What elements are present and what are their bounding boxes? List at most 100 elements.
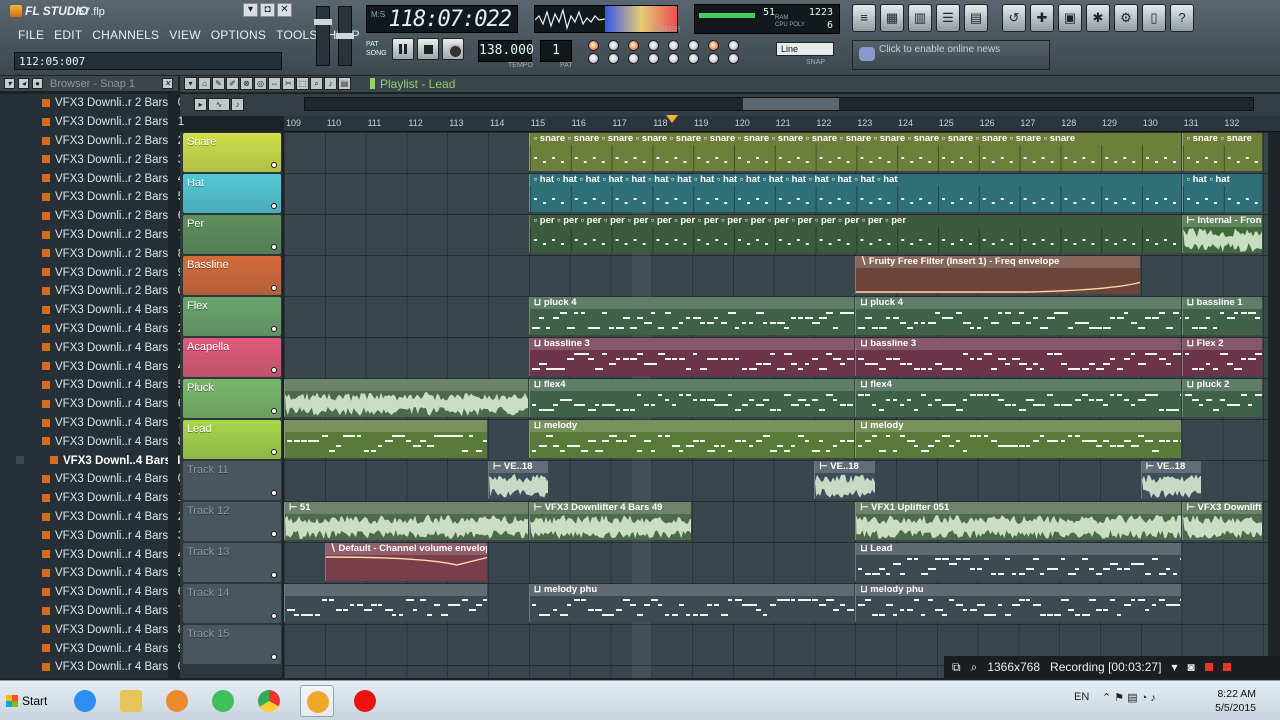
ruler-bar-number[interactable]: 123 [857,118,872,128]
track-mute-led[interactable] [271,285,277,291]
browser-item[interactable]: VFX3 Downli..r 4 Bars 41 [0,301,184,320]
playlist-clip[interactable]: ⊢ 51 [284,502,528,540]
settings-icon[interactable]: ⚙ [1114,4,1138,32]
undo-icon[interactable]: ↺ [1002,4,1026,32]
stop-button[interactable] [417,38,439,60]
media-player-taskbar-item[interactable] [160,685,194,717]
ruler-bar-number[interactable]: 128 [1061,118,1076,128]
ruler-bar-number[interactable]: 110 [327,118,341,128]
playlist-clip[interactable]: ⊔ pluck 4 [855,297,1181,335]
track-header[interactable]: Track 13 [183,543,281,582]
track-mute-led[interactable] [271,572,277,578]
ruler-bar-number[interactable]: 116 [572,118,586,128]
track-header[interactable]: Pluck [183,379,281,418]
close-icon[interactable]: ✕ [277,3,292,17]
playlist-clip[interactable]: ⊔ Flex 2 [1181,338,1263,376]
note-icon[interactable]: ♪ [231,98,244,111]
playlist-clip[interactable] [284,379,528,417]
browser-item[interactable]: VFX3 Downli..r 4 Bars 44 [0,357,184,376]
track-mute-led[interactable] [271,326,277,332]
playlist-clip[interactable]: ⊔ melody [528,420,855,458]
ruler-bar-number[interactable]: 131 [1184,118,1199,128]
select-tool-icon[interactable]: ⬚ [296,77,309,90]
autoscroll-toggle[interactable] [688,53,699,64]
menu-file[interactable]: FILE [13,28,49,42]
track-header[interactable]: Acapella [183,338,281,377]
slice-tool-icon[interactable]: ✂ [282,77,295,90]
project-info-icon[interactable]: ▯ [1142,4,1166,32]
start-button[interactable]: Start [4,689,52,713]
paint-tool-icon[interactable]: ✐ [226,77,239,90]
mixer-icon[interactable]: ▤ [964,4,988,32]
ruler-bar-number[interactable]: 117 [612,118,626,128]
track-header[interactable]: Track 12 [183,502,281,541]
playlist-clip[interactable]: ▫ snare ▫ snare [1181,133,1263,171]
slider-handle[interactable] [314,19,332,25]
track-header[interactable]: Hat [183,174,281,213]
playlist-clip[interactable] [284,420,487,458]
browser-item[interactable]: VFX3 Downli..r 2 Bars 40 [0,282,184,301]
playlist-clip[interactable] [284,584,487,622]
multilink-toggle[interactable] [728,40,739,51]
browser-item[interactable]: VFX3 Downli..r 4 Bars 45 [0,376,184,395]
playlist-clip[interactable]: ⊔ melody phu [855,584,1181,622]
pattern-loop-toggle[interactable] [628,53,639,64]
ruler-bar-number[interactable]: 114 [490,118,504,128]
ruler-bar-number[interactable]: 125 [939,118,954,128]
browser-close-icon[interactable]: ✕ [162,78,173,89]
playlist-clip[interactable]: ⊔ flex4 [528,379,855,417]
ruler-bar-number[interactable]: 122 [816,118,831,128]
browser-item[interactable]: VFX3 Downli..r 4 Bars 58 [0,620,184,639]
playlist-hscroll[interactable] [304,97,1254,111]
scroll-thumb[interactable] [743,98,839,110]
ruler-bar-number[interactable]: 130 [1143,118,1158,128]
pat-song-switch[interactable]: PAT SONG [366,40,387,58]
browser-options-icon[interactable]: ● [32,78,43,89]
minimize-icon[interactable]: ▾ [243,3,258,17]
playlist-clip[interactable]: ▫ hat ▫ hat [1181,174,1263,212]
wait-toggle[interactable] [608,40,619,51]
playlist-clip[interactable]: ⊔ melody [855,420,1181,458]
track-mute-led[interactable] [271,408,277,414]
playlist-clip[interactable]: ⊔ Lead [855,543,1181,581]
slider-handle[interactable] [336,33,354,39]
tempo-display[interactable]: 138.000 [478,40,534,62]
browser-item[interactable]: VFX3 Downl..4 Bars 49 [0,451,187,470]
zoom-tool-icon[interactable]: ⌕ [310,77,323,90]
countdown-toggle[interactable] [628,40,639,51]
track-mute-led[interactable] [271,613,277,619]
browser-item[interactable]: VFX3 Downli..r 4 Bars 53 [0,526,184,545]
recorder-pause-icon[interactable] [1204,663,1213,671]
playlist-clip[interactable]: ⊢ VFX1 Uplifter 051 [855,502,1181,540]
browser-back-icon[interactable]: ◂ [18,78,29,89]
browser-item[interactable]: VFX3 Downli..r 2 Bars 32 [0,132,184,151]
recorder-taskbar-item[interactable] [348,685,382,717]
playlist-clip[interactable]: ∖ Default - Channel volume envelope [324,543,487,581]
render-icon[interactable]: ▣ [1058,4,1082,32]
loop-record-toggle[interactable] [688,40,699,51]
ruler-bar-number[interactable]: 112 [408,118,422,128]
browser-item[interactable]: VFX3 Downli..r 2 Bars 35 [0,188,184,207]
save-icon[interactable]: ✚ [1030,4,1054,32]
record-button[interactable] [442,38,464,60]
step-edit-toggle[interactable] [648,40,659,51]
recorder-dropdown-icon[interactable]: ▾ [1171,660,1177,674]
slide-toggle[interactable] [648,53,659,64]
track-mute-led[interactable] [271,244,277,250]
playlist-clip[interactable]: ⊔ pluck 4 [528,297,855,335]
play-pause-button[interactable] [392,38,414,60]
piano-roll-icon[interactable]: ▥ [908,4,932,32]
track-header[interactable]: Track 11 [183,461,281,500]
song-position-display[interactable]: M:S 118:07:022 [366,5,518,33]
playlist-vscroll[interactable] [1268,132,1280,678]
browser-item[interactable]: VFX3 Downli..r 2 Bars 39 [0,263,184,282]
track-header[interactable]: Lead [183,420,281,459]
track-mute-led[interactable] [271,449,277,455]
slip-tool-icon[interactable]: ⇔ [268,77,281,90]
ruler-bar-number[interactable]: 132 [1224,118,1239,128]
metronome-toggle[interactable] [588,40,599,51]
step-sequencer-icon[interactable]: ▦ [880,4,904,32]
online-news-panel[interactable]: Click to enable online news [852,40,1050,70]
mixer-track-icon[interactable]: ▤ [338,77,351,90]
browser-item[interactable]: VFX3 Downli..r 4 Bars 51 [0,489,184,508]
